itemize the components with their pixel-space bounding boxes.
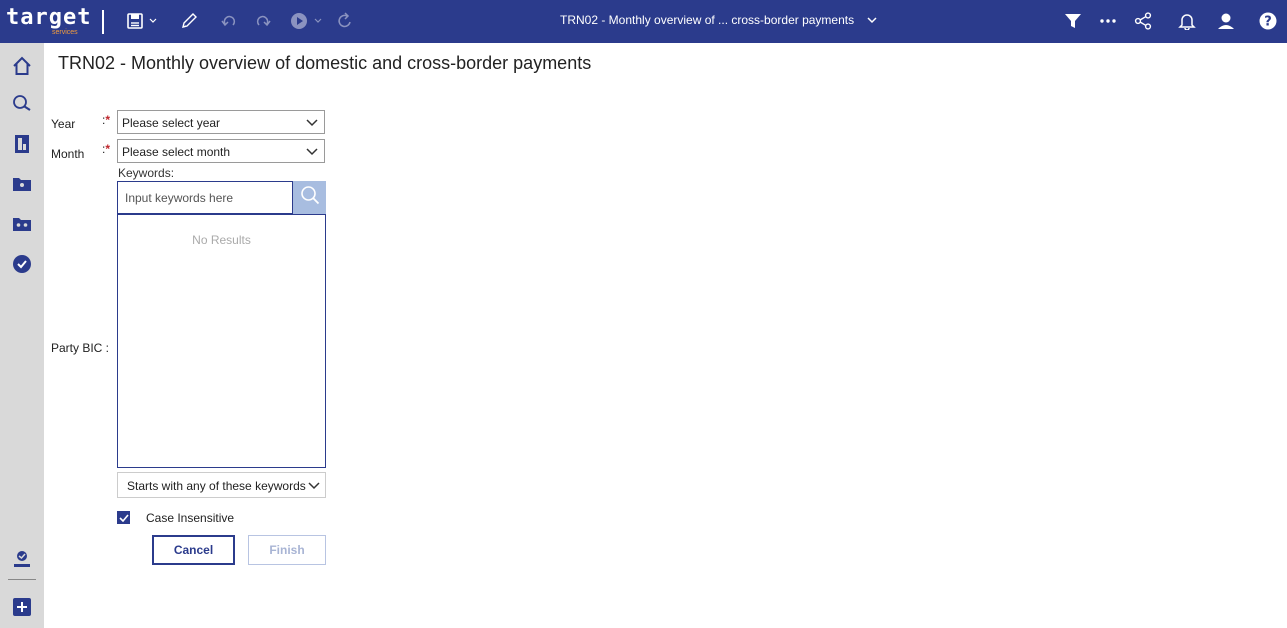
match-mode-value: Starts with any of these keywords — [127, 479, 306, 493]
cancel-button[interactable]: Cancel — [152, 535, 235, 565]
user-badge-icon[interactable] — [0, 546, 44, 572]
year-select-value: Please select year — [122, 116, 221, 130]
required-asterisk: * — [105, 113, 111, 127]
document-title: TRN02 - Monthly overview of ... cross-bo… — [560, 13, 855, 27]
top-bar: target services TRN02 - Monthly overview… — [0, 0, 1287, 43]
bell-icon[interactable] — [1176, 8, 1198, 34]
page-title: TRN02 - Monthly overview of domestic and… — [58, 53, 592, 73]
user-icon[interactable] — [1215, 8, 1237, 34]
keyword-results-list[interactable]: No Results — [117, 214, 326, 468]
search-icon[interactable] — [0, 91, 44, 117]
logo-divider — [102, 10, 104, 34]
keywords-label: Keywords: — [118, 166, 175, 180]
chevron-down-icon — [306, 115, 318, 132]
shared-folder-icon[interactable] — [0, 211, 44, 237]
more-icon[interactable] — [1097, 8, 1119, 34]
no-results-text: No Results — [192, 233, 251, 247]
case-insensitive-checkbox[interactable] — [117, 511, 130, 524]
party-bic-label: Party BIC : — [51, 341, 110, 355]
month-label: Month — [51, 147, 85, 161]
sidebar-divider — [8, 579, 36, 580]
match-mode-select[interactable]: Starts with any of these keywords — [117, 472, 326, 498]
logo-text: target — [6, 5, 92, 30]
home-icon[interactable] — [0, 53, 44, 79]
folder-icon[interactable] — [0, 171, 44, 197]
undo-icon[interactable] — [218, 8, 240, 34]
sidebar — [0, 43, 44, 628]
search-icon — [300, 185, 320, 210]
month-select[interactable]: Please select month — [117, 139, 325, 163]
month-required-indicator: :* — [102, 142, 110, 156]
filter-icon[interactable] — [1062, 8, 1084, 34]
year-label: Year — [51, 117, 76, 131]
year-required-indicator: :* — [102, 113, 110, 127]
logo-subtext: services — [52, 29, 78, 36]
document-icon[interactable] — [0, 131, 44, 157]
checkmark-icon — [118, 509, 129, 527]
keywords-placeholder: Input keywords here — [125, 191, 234, 205]
document-title-menu[interactable]: TRN02 - Monthly overview of ... cross-bo… — [560, 13, 877, 27]
chevron-down-icon — [867, 13, 877, 27]
run-menu-chevron-icon[interactable] — [312, 8, 324, 34]
keywords-search-button[interactable] — [293, 181, 326, 214]
check-icon[interactable] — [0, 251, 44, 277]
case-insensitive-label: Case Insensitive — [146, 511, 235, 525]
year-select[interactable]: Please select year — [117, 110, 325, 134]
refresh-icon[interactable] — [334, 8, 356, 34]
keywords-input[interactable]: Input keywords here — [117, 181, 293, 214]
save-menu-chevron-icon[interactable] — [147, 8, 159, 34]
share-icon[interactable] — [1132, 8, 1154, 34]
play-icon[interactable] — [288, 8, 310, 34]
required-asterisk: * — [105, 142, 111, 156]
plus-icon[interactable] — [0, 594, 44, 620]
svg-text:?: ? — [1264, 15, 1272, 30]
help-icon[interactable]: ? — [1257, 8, 1279, 34]
month-select-value: Please select month — [122, 145, 231, 159]
pencil-icon[interactable] — [178, 8, 200, 34]
finish-button[interactable]: Finish — [248, 535, 326, 565]
save-icon[interactable] — [124, 8, 146, 34]
chevron-down-icon — [308, 478, 320, 495]
redo-icon[interactable] — [252, 8, 274, 34]
chevron-down-icon — [306, 144, 318, 161]
